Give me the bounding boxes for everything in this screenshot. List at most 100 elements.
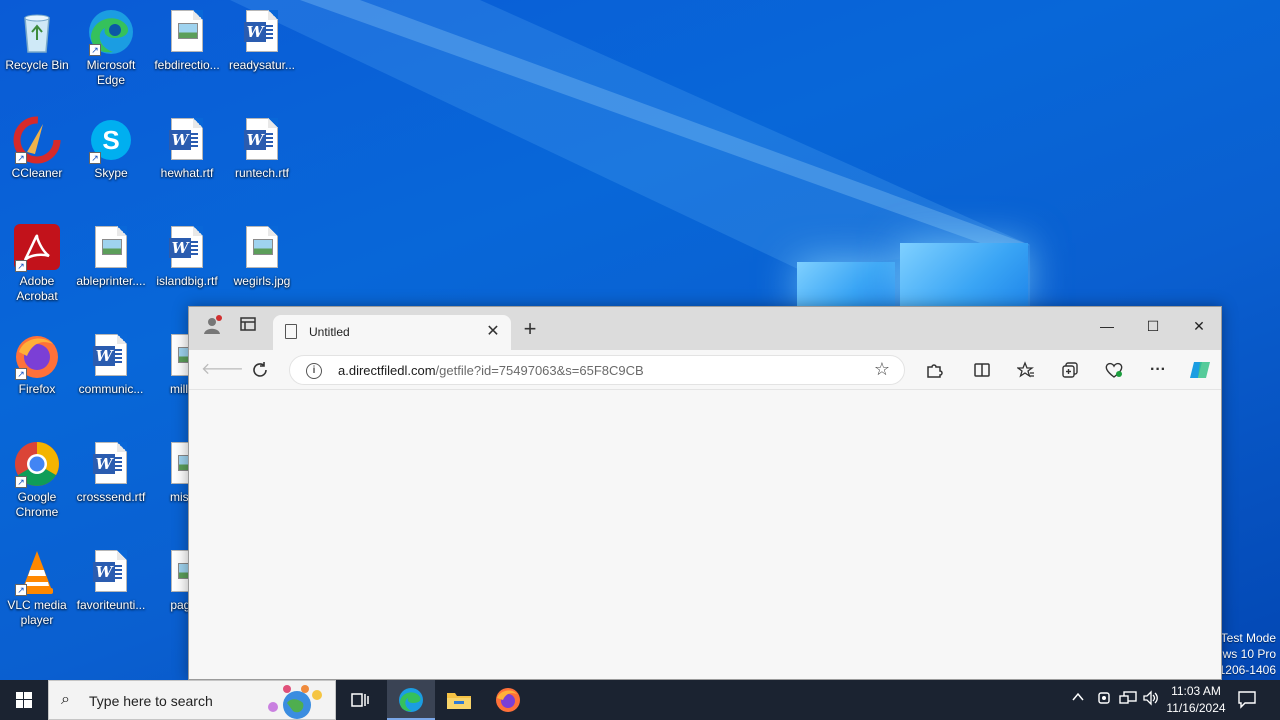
- desktop-icon-adobe-acrobat[interactable]: ↗ Adobe Acrobat: [0, 220, 74, 320]
- page-content-blank[interactable]: [189, 390, 1221, 679]
- taskbar-file-explorer-button[interactable]: [435, 680, 483, 720]
- desktop-icon-microsoft-edge[interactable]: ↗ Microsoft Edge: [74, 4, 148, 104]
- desktop-icon-islandbig[interactable]: W islandbig.rtf: [150, 220, 224, 320]
- desktop-icon-readysatur[interactable]: W readysatur...: [225, 4, 299, 104]
- close-window-button[interactable]: ✕: [1176, 311, 1222, 341]
- settings-more-button[interactable]: ···: [1143, 356, 1173, 384]
- image-file-icon: [87, 224, 135, 272]
- minimize-button[interactable]: —: [1084, 311, 1130, 341]
- desktop-icon-firefox[interactable]: ↗ Firefox: [0, 328, 74, 428]
- desktop-icon-crosssend[interactable]: W crosssend.rtf: [74, 436, 148, 536]
- tab-untitled[interactable]: Untitled ✕: [273, 315, 511, 350]
- puzzle-icon: [927, 364, 943, 378]
- desktop-icon-runtech[interactable]: W runtech.rtf: [225, 112, 299, 212]
- url-text[interactable]: a.directfiledl.com/getfile?id=75497063&s…: [338, 363, 644, 378]
- network-icon: [1119, 691, 1137, 704]
- taskbar-edge-button[interactable]: [387, 680, 435, 720]
- profile-button[interactable]: [197, 315, 227, 343]
- test-mode-text: Test Mode ws 10 Pro 1206-1406: [1219, 630, 1276, 678]
- icon-label: febdirectio...: [154, 58, 220, 72]
- desktop-icon-favoriteunti[interactable]: W favoriteunti...: [74, 544, 148, 644]
- desktop-icon-skype[interactable]: S ↗ Skype: [74, 112, 148, 212]
- edge-browser-window: Untitled ✕ + — ☐ ✕ 🡐 i a.directfiledl.co…: [188, 306, 1222, 680]
- word-document-icon: W: [163, 116, 211, 164]
- task-view-icon: [351, 693, 369, 707]
- notification-center-button[interactable]: [1236, 688, 1258, 710]
- search-icon: ⌕: [61, 691, 70, 708]
- desktop-icon-recycle-bin[interactable]: Recycle Bin: [0, 4, 74, 104]
- tray-device-icon[interactable]: [1096, 690, 1112, 709]
- recycle-bin-icon: [13, 8, 61, 56]
- tab-bar: Untitled ✕ + — ☐ ✕: [189, 307, 1221, 350]
- favorite-star-icon[interactable]: ☆: [874, 359, 890, 380]
- browser-essentials-button[interactable]: [1099, 356, 1129, 384]
- site-info-icon[interactable]: i: [306, 363, 322, 379]
- icon-label: Google Chrome: [15, 490, 59, 519]
- back-button[interactable]: 🡐: [201, 356, 244, 384]
- icon-label: crosssend.rtf: [76, 490, 146, 504]
- collections-icon: [1062, 362, 1078, 378]
- desktop-icon-vlc[interactable]: ↗ VLC media player: [0, 544, 74, 644]
- close-tab-button[interactable]: ✕: [483, 321, 503, 341]
- firefox-icon: ↗: [13, 332, 61, 380]
- taskbar-firefox-button[interactable]: [484, 680, 532, 720]
- start-button[interactable]: [0, 680, 48, 720]
- test-mode-line: ws 10 Pro: [1222, 647, 1276, 661]
- image-file-icon: [238, 224, 286, 272]
- icon-label: hewhat.rtf: [160, 166, 214, 180]
- word-document-icon: W: [87, 548, 135, 596]
- shortcut-arrow-icon: ↗: [15, 260, 27, 272]
- desktop-icon-febdirectio[interactable]: febdirectio...: [150, 4, 224, 104]
- refresh-button[interactable]: [245, 356, 275, 384]
- icon-label: readysatur...: [228, 58, 296, 72]
- workspaces-button[interactable]: [233, 315, 263, 343]
- collections-button[interactable]: [1055, 356, 1085, 384]
- icon-label: Firefox: [18, 382, 56, 396]
- address-bar[interactable]: i a.directfiledl.com/getfile?id=75497063…: [289, 355, 905, 385]
- icon-label: ableprinter....: [76, 274, 146, 288]
- favorites-button[interactable]: [1011, 356, 1041, 384]
- folder-icon: [447, 693, 471, 709]
- windows-start-icon: [16, 692, 32, 708]
- shortcut-arrow-icon: ↗: [15, 152, 27, 164]
- favorites-icon: [1016, 361, 1034, 378]
- taskbar-clock[interactable]: 11:03 AM 11/16/2024: [1160, 683, 1232, 717]
- heart-pulse-icon: [1105, 362, 1123, 378]
- vlc-icon: ↗: [13, 548, 61, 596]
- word-document-icon: W: [87, 440, 135, 488]
- tray-network-icon[interactable]: [1119, 690, 1137, 709]
- icon-label: Adobe Acrobat: [16, 274, 58, 303]
- shortcut-arrow-icon: ↗: [15, 476, 27, 488]
- show-hidden-icons-button[interactable]: [1071, 690, 1085, 707]
- icon-label: VLC media player: [7, 598, 67, 627]
- shortcut-arrow-icon: ↗: [15, 368, 27, 380]
- blank-page-icon: [285, 324, 297, 339]
- desktop-icon-hewhat[interactable]: W hewhat.rtf: [150, 112, 224, 212]
- new-tab-button[interactable]: +: [515, 315, 545, 343]
- split-screen-button[interactable]: [967, 356, 997, 384]
- taskbar: ⌕ Type here to search 11:03 AM 11/16/202…: [0, 680, 1280, 720]
- shortcut-arrow-icon: ↗: [89, 152, 101, 164]
- desktop-icon-ccleaner[interactable]: ↗ CCleaner: [0, 112, 74, 212]
- browser-toolbar: 🡐 i a.directfiledl.com/getfile?id=754970…: [189, 350, 1221, 390]
- acrobat-icon: ↗: [13, 224, 61, 272]
- copilot-button[interactable]: [1185, 356, 1215, 384]
- task-view-button[interactable]: [336, 680, 384, 720]
- icon-label: Microsoft Edge: [86, 58, 136, 87]
- desktop-icon-communic[interactable]: W communic...: [74, 328, 148, 428]
- svg-text:S: S: [102, 125, 119, 155]
- shortcut-arrow-icon: ↗: [15, 584, 27, 596]
- extensions-button[interactable]: [919, 356, 949, 384]
- split-screen-icon: [974, 363, 990, 377]
- desktop-icon-google-chrome[interactable]: ↗ Google Chrome: [0, 436, 74, 536]
- shortcut-arrow-icon: ↗: [89, 44, 101, 56]
- refresh-icon: [253, 362, 267, 377]
- chevron-up-icon: [1072, 692, 1084, 701]
- desktop-icon-wegirls[interactable]: wegirls.jpg: [225, 220, 299, 320]
- copilot-icon: [1190, 362, 1210, 378]
- tray-volume-icon[interactable]: [1142, 690, 1160, 709]
- taskbar-search-box[interactable]: ⌕ Type here to search: [48, 680, 336, 720]
- search-placeholder: Type here to search: [89, 693, 213, 709]
- maximize-button[interactable]: ☐: [1130, 311, 1176, 341]
- desktop-icon-ableprinter[interactable]: ableprinter....: [74, 220, 148, 320]
